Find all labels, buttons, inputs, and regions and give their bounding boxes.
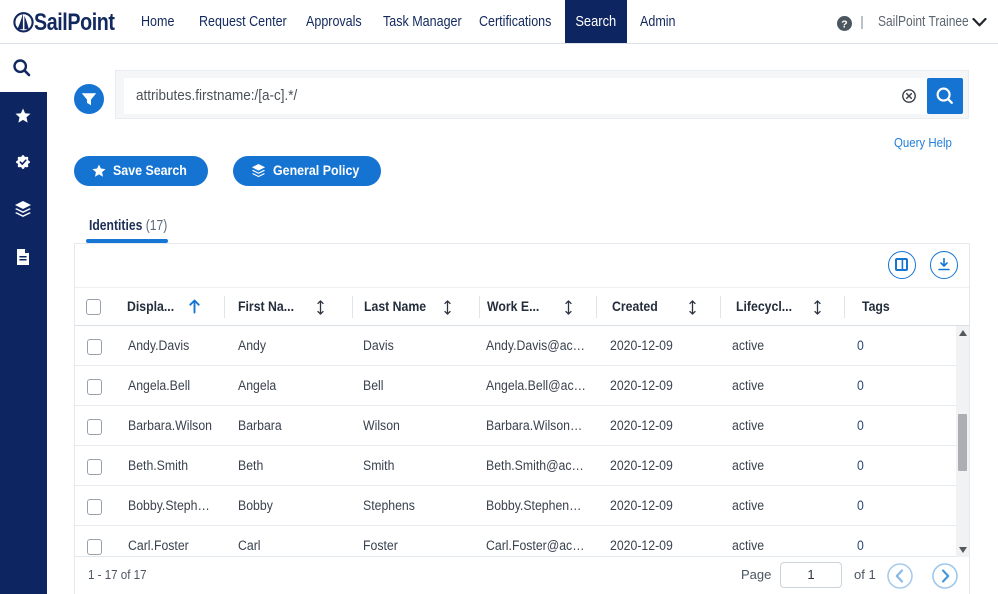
svg-text:?: ? [841,18,847,30]
